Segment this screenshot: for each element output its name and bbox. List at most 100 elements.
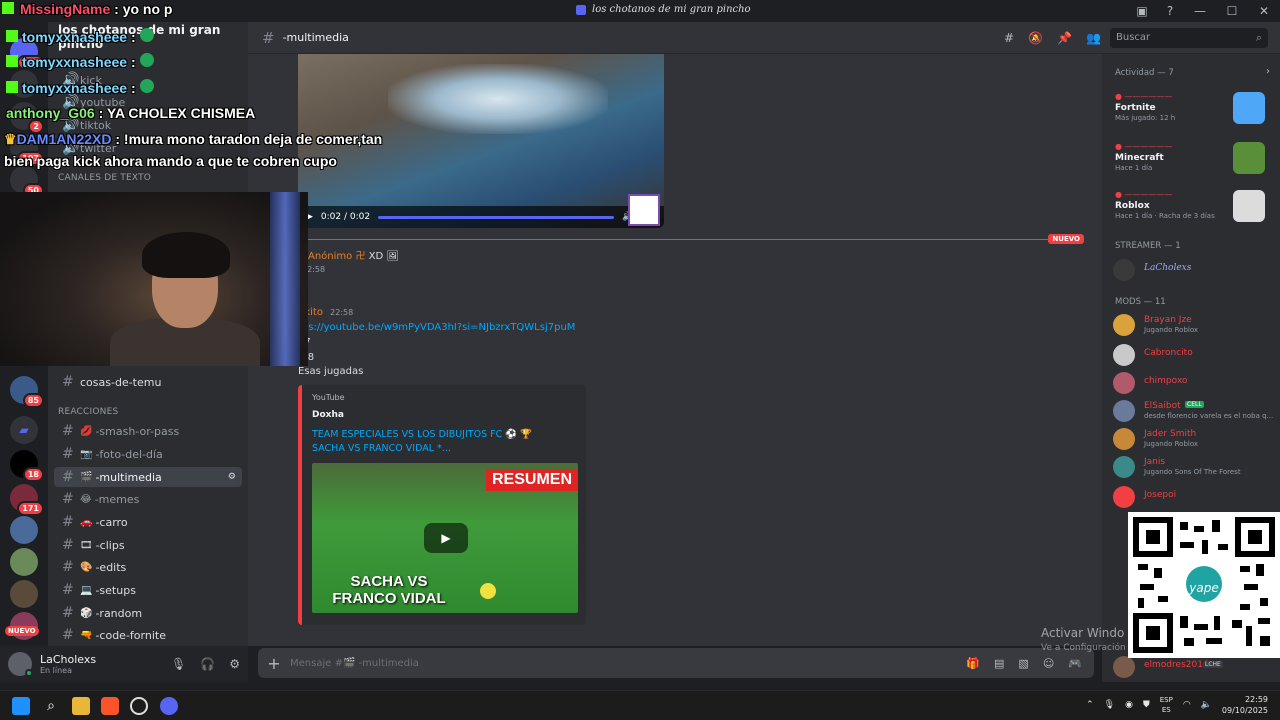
- channel-random[interactable]: # 🎲 -random: [54, 603, 242, 623]
- server-icon[interactable]: [10, 70, 38, 98]
- search-icon[interactable]: ⌕: [42, 697, 60, 715]
- server-icon[interactable]: 2: [10, 102, 44, 134]
- shield-icon[interactable]: ⛊: [1143, 700, 1150, 710]
- headphones-icon[interactable]: 🎧: [200, 657, 215, 671]
- embed-thumbnail[interactable]: RESUMEN ▶ SACHA VS FRANCO VIDAL: [312, 463, 578, 613]
- channel-cosas-de-temu[interactable]: # cosas-de-temu: [54, 372, 242, 392]
- hash-icon: #: [62, 605, 74, 621]
- threads-icon[interactable]: #: [1004, 31, 1014, 45]
- video-progress[interactable]: [378, 215, 615, 219]
- gear-icon[interactable]: ⚙: [229, 657, 240, 671]
- brave-browser-icon[interactable]: [101, 697, 119, 715]
- category-text-channels[interactable]: CANALES DE TEXTO: [58, 173, 151, 183]
- activity-card[interactable]: ● —————— Fortnite Más jugado: 12 h: [1115, 92, 1275, 124]
- activity-card[interactable]: ● —————— Roblox Hace 1 día · Racha de 3 …: [1115, 190, 1275, 222]
- server-icon[interactable]: 50: [10, 166, 44, 198]
- microphone-icon[interactable]: 🎙: [1104, 700, 1115, 710]
- channel-setups[interactable]: # 💻 -setups: [54, 580, 242, 600]
- chevron-up-icon[interactable]: ⌃: [1086, 700, 1094, 710]
- chatgpt-icon[interactable]: [130, 697, 148, 715]
- channel-clips[interactable]: # 🎞 -clips: [54, 535, 242, 555]
- discord-logo-icon: [576, 4, 586, 15]
- minecraft-icon: [1233, 142, 1265, 174]
- category-reactions[interactable]: REACCIONES: [58, 407, 118, 417]
- member-item[interactable]: Josepoi: [1113, 484, 1278, 508]
- folder-icon[interactable]: ▰: [10, 416, 38, 444]
- embed-author[interactable]: Doxha: [312, 410, 576, 420]
- channel-carro[interactable]: # 🚗 -carro: [54, 512, 242, 532]
- windows-start-icon[interactable]: [12, 697, 30, 715]
- channel-kick[interactable]: 🔊 kick: [54, 70, 242, 90]
- member-item[interactable]: Jader Smith Jugando Roblox: [1113, 426, 1278, 450]
- close-button[interactable]: ✕: [1248, 4, 1280, 18]
- speaker-icon: 🔊: [62, 94, 80, 110]
- inbox-icon[interactable]: ▣: [1128, 4, 1156, 18]
- mute-bell-icon[interactable]: 🔕: [1028, 31, 1043, 45]
- video-player[interactable]: ▶ 0:02 / 0:02 🔊: [298, 54, 664, 228]
- server-icon[interactable]: 197: [10, 134, 44, 166]
- server-icon[interactable]: 18: [10, 450, 44, 482]
- windows-activation-title: Activar Windo: [1041, 626, 1125, 640]
- member-list-icon[interactable]: 👥: [1086, 31, 1101, 45]
- search-input[interactable]: Buscar ⌕: [1110, 28, 1268, 48]
- language-indicator[interactable]: ESP ES: [1160, 695, 1173, 715]
- server-icon[interactable]: 247: [10, 38, 44, 70]
- message-composer[interactable]: + Mensaje #🎬 -multimedia 🎁 ▤ ▧ ☺ 🎮: [258, 648, 1094, 678]
- volume-icon[interactable]: 🔈: [1201, 700, 1212, 710]
- qr-code-image: [628, 194, 660, 226]
- channel-edits[interactable]: # 🎨 -edits: [54, 557, 242, 577]
- avatar: [1113, 486, 1135, 508]
- app-tray-icon[interactable]: ◉: [1125, 700, 1133, 710]
- member-item[interactable]: chimpoxo: [1113, 370, 1278, 394]
- play-button[interactable]: ▶: [424, 523, 468, 553]
- minimize-button[interactable]: —: [1184, 4, 1216, 18]
- server-icon[interactable]: 171: [10, 484, 44, 516]
- maximize-button[interactable]: ☐: [1216, 4, 1248, 18]
- hash-icon: #: [62, 374, 74, 390]
- activity-card[interactable]: ● —————— Minecraft Hace 1 día: [1115, 142, 1275, 174]
- message-line: Esas jugadas: [298, 366, 364, 377]
- member-item[interactable]: Janis Jugando Sons Of The Forest: [1113, 454, 1278, 478]
- avatar: [1113, 428, 1135, 450]
- embed-title[interactable]: TEAM ESPECIALES VS LOS DIBUJITOS FC ⚽ 🏆 …: [312, 428, 552, 456]
- gif-icon[interactable]: ▤: [994, 657, 1004, 670]
- hash-icon: #: [62, 582, 74, 598]
- discord-icon[interactable]: [160, 697, 178, 715]
- pin-icon[interactable]: 📌: [1057, 31, 1072, 45]
- apps-icon[interactable]: 🎮: [1068, 657, 1082, 670]
- server-icon[interactable]: [10, 516, 38, 544]
- server-icon[interactable]: [10, 580, 38, 608]
- server-icon[interactable]: [10, 548, 38, 576]
- server-name[interactable]: los chotanos de mi gran pincho: [48, 22, 248, 52]
- clock[interactable]: 22:59 09/10/2025: [1222, 694, 1268, 716]
- settings-icon[interactable]: ⚙: [228, 472, 236, 482]
- avatar: [1113, 259, 1135, 281]
- channel-tiktok[interactable]: 🔊 tiktok: [54, 115, 242, 135]
- emoji-icon[interactable]: ☺: [1043, 657, 1054, 670]
- add-attachment-button[interactable]: +: [258, 654, 290, 673]
- channel-code-fornite[interactable]: # 🔫 -code-fornite: [54, 625, 242, 645]
- message-input[interactable]: Mensaje #🎬 -multimedia: [290, 658, 966, 669]
- avatar: [1113, 656, 1135, 678]
- help-icon[interactable]: ?: [1156, 4, 1184, 18]
- wifi-icon[interactable]: ◠: [1183, 700, 1191, 710]
- member-item[interactable]: Brayan Jze Jugando Roblox: [1113, 312, 1278, 336]
- channel-memes[interactable]: # 😂 -memes: [54, 489, 242, 509]
- sticker-icon[interactable]: ▧: [1018, 657, 1028, 670]
- member-item[interactable]: ElSaibot CELL desde florencio varela es el…: [1113, 398, 1278, 422]
- mention[interactable]: @Anónimo 卍: [298, 251, 365, 262]
- gift-icon[interactable]: 🎁: [966, 657, 980, 670]
- chevron-right-icon[interactable]: ›: [1266, 66, 1270, 77]
- microphone-icon[interactable]: 🎙: [171, 657, 186, 671]
- channel-youtube[interactable]: 🔊 youtube: [54, 92, 242, 112]
- avatar[interactable]: [8, 652, 33, 677]
- member-item[interactable]: Cabroncito: [1113, 342, 1278, 366]
- channel-smash-or-pass[interactable]: # 💋 -smash-or-pass: [54, 421, 242, 441]
- channel-foto-del-dia[interactable]: # 📷 -foto-del-día: [54, 444, 242, 464]
- member-item[interactable]: LaCholexs: [1113, 257, 1278, 281]
- channel-twitter[interactable]: 🔊 twitter: [54, 138, 242, 158]
- file-explorer-icon[interactable]: [72, 697, 90, 715]
- message-link[interactable]: tps://youtube.be/w9mPyVDA3hI?si=NJbzrxTQ…: [298, 322, 575, 333]
- channel-multimedia[interactable]: # 🎬 -multimedia ⚙: [54, 467, 242, 487]
- server-icon[interactable]: 85: [10, 376, 44, 408]
